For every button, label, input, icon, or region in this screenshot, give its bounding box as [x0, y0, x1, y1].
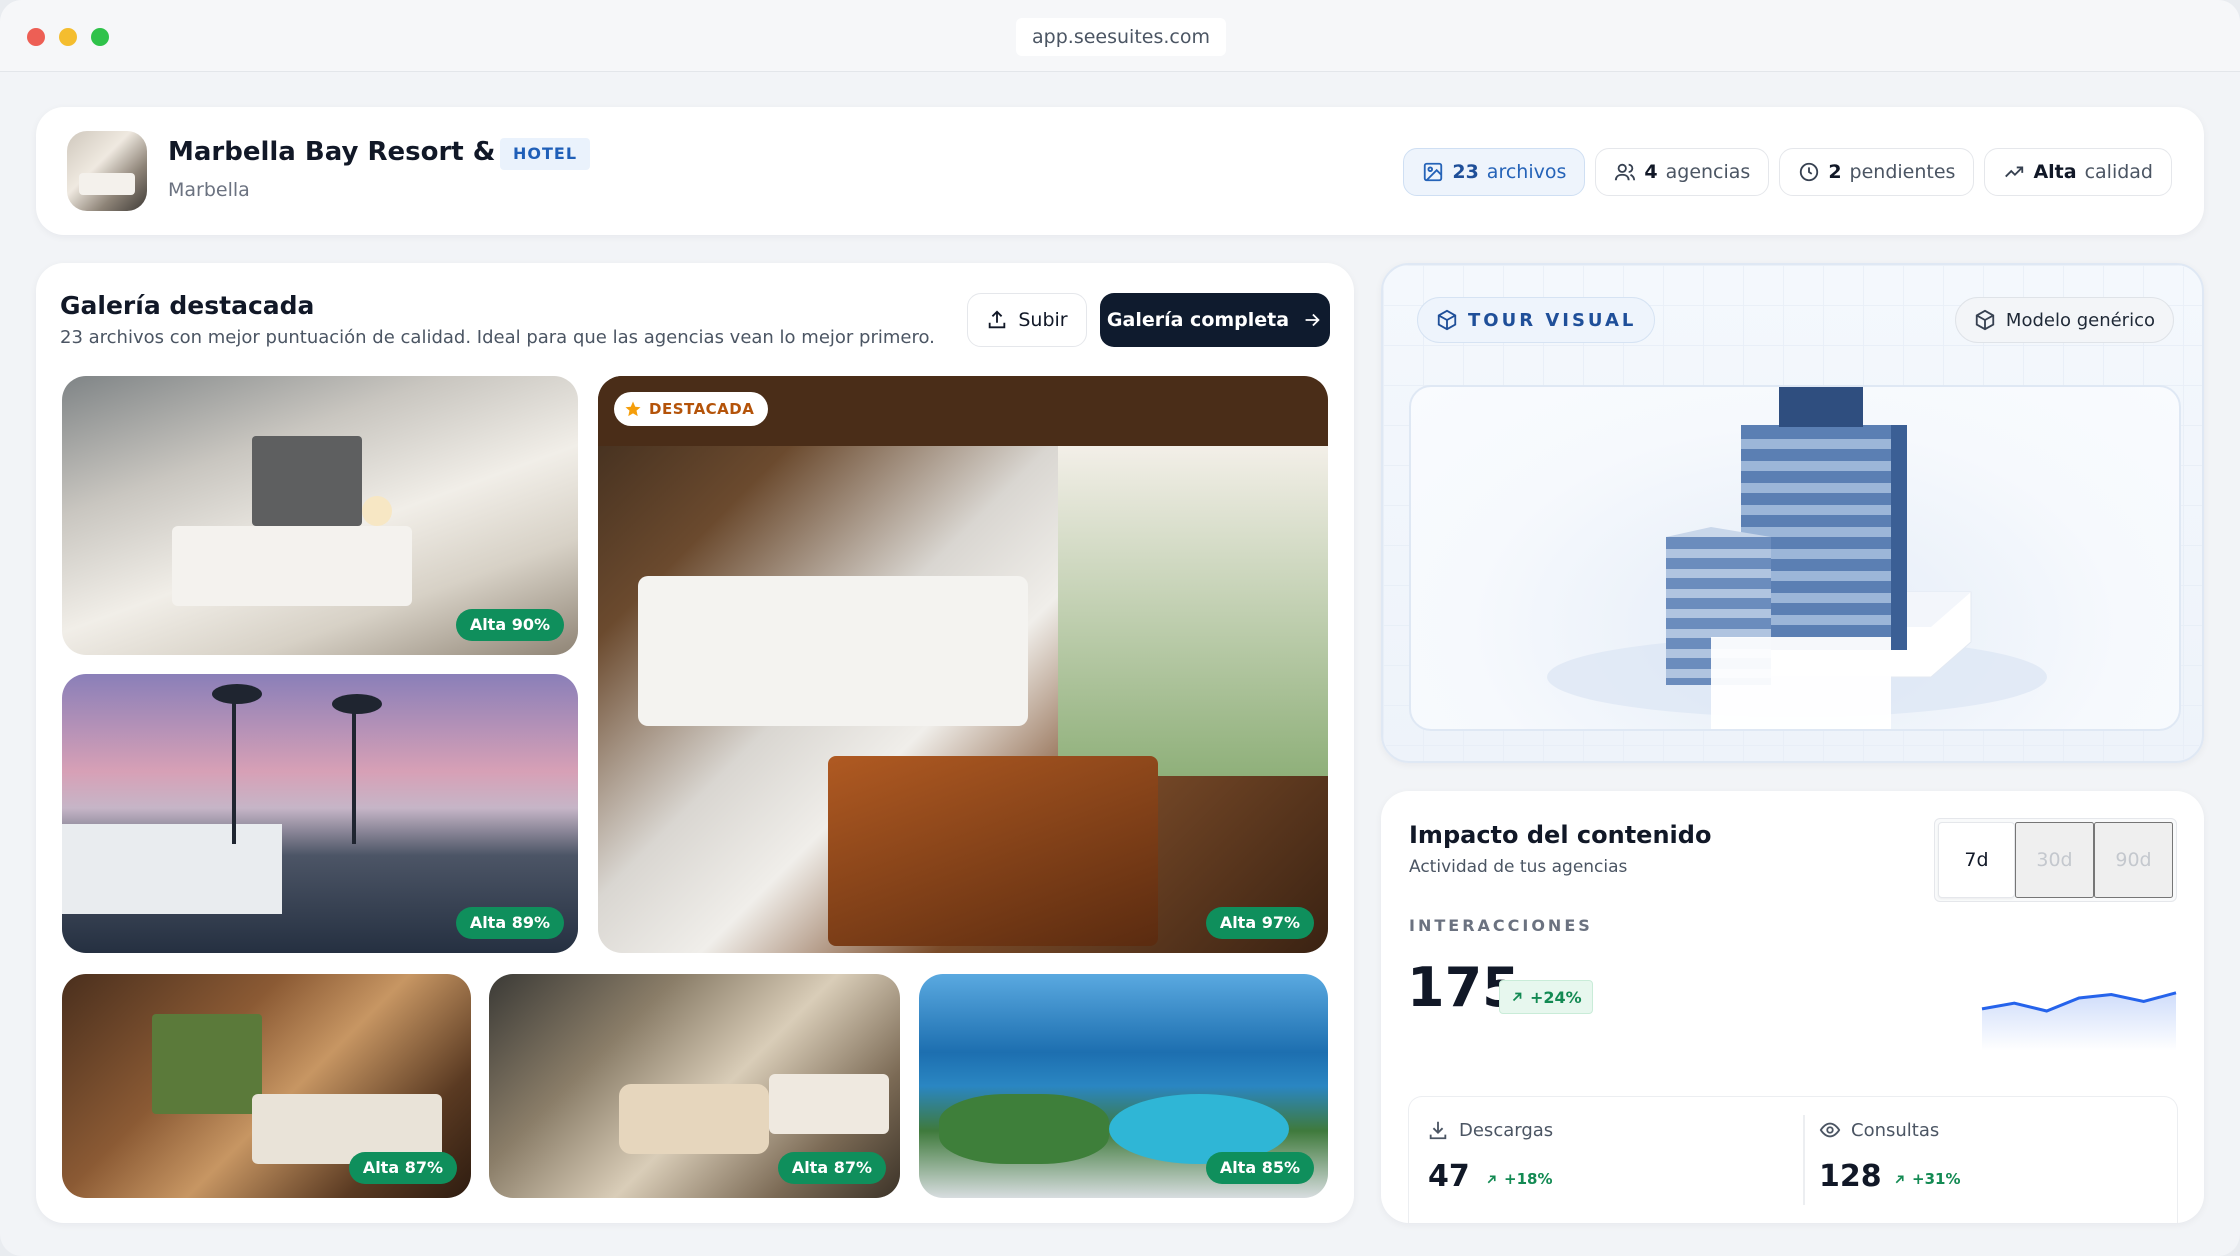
gallery-photo-bedroom-1[interactable]: Alta 90% [62, 376, 578, 655]
pill-agencias-label: agencias [1665, 161, 1751, 183]
arrow-up-right-icon [1512, 992, 1522, 1002]
kpi-label: INTERACCIONES [1409, 916, 1593, 935]
app-window: app.seesuites.com Marbella Bay Resort & … [0, 0, 2240, 1256]
minimize-window-button[interactable] [59, 28, 77, 46]
kpi-delta-value: +24% [1530, 987, 1582, 1007]
tour-tag-label: TOUR VISUAL [1468, 309, 1637, 331]
url-bar[interactable]: app.seesuites.com [1016, 18, 1226, 56]
arrow-up-right-icon [1487, 1174, 1496, 1183]
pill-agencias[interactable]: 4 agencias [1595, 148, 1770, 196]
maximize-window-button[interactable] [91, 28, 109, 46]
secondary-metrics: Descargas 47 +18% Consultas 128 +31% [1408, 1096, 2178, 1223]
impact-subtitle: Actividad de tus agencias [1409, 857, 1628, 877]
pill-calidad-value: Alta [2033, 161, 2077, 183]
hotel-avatar [67, 131, 147, 211]
pill-pendientes[interactable]: 2 pendientes [1779, 148, 1975, 196]
upload-icon [989, 310, 1006, 329]
gallery-photo-bedroom-wood[interactable]: Alta 87% [62, 974, 471, 1198]
sparkline-chart [1981, 991, 2177, 1051]
building-3d-model [1547, 387, 2047, 729]
quality-badge: Alta 87% [777, 1152, 886, 1184]
metrics-divider [1803, 1115, 1805, 1205]
eye-icon [1819, 1122, 1841, 1138]
star-icon [625, 401, 641, 417]
close-window-button[interactable] [27, 28, 45, 46]
full-gallery-button[interactable]: Galería completa [1100, 293, 1330, 347]
clock-icon [1800, 162, 1819, 182]
hotel-header: Marbella Bay Resort & Spa HOTEL Marbella… [36, 107, 2204, 235]
gallery-photo-ocean-view[interactable]: Alta 85% [919, 974, 1328, 1198]
descargas-delta-value: +18% [1504, 1170, 1553, 1188]
pill-pendientes-count: 2 [1828, 161, 1842, 183]
gallery-photo-suite-sofa[interactable]: Alta 87% [489, 974, 900, 1198]
featured-label: DESTACADA [649, 400, 755, 418]
consultas-delta: +31% [1893, 1170, 1960, 1188]
model-label: Modelo genérico [2005, 309, 2155, 331]
pill-archivos-label: archivos [1486, 161, 1567, 183]
tour-visual-tag: TOUR VISUAL [1417, 297, 1656, 343]
featured-gallery: Galería destacada 23 archivos con mejor … [36, 263, 1354, 1223]
gallery-photo-featured-suite[interactable]: DESTACADA Alta 97% [598, 376, 1328, 953]
pill-pendientes-label: pendientes [1849, 161, 1956, 183]
browser-titlebar: app.seesuites.com [0, 0, 2240, 72]
pill-archivos-count: 23 [1452, 161, 1479, 183]
trending-up-icon [2005, 166, 2024, 178]
visual-tour-panel: TOUR VISUAL Modelo genérico [1381, 263, 2204, 763]
upload-label: Subir [1018, 309, 1068, 331]
gallery-subtitle: 23 archivos con mejor puntuación de cali… [60, 327, 935, 348]
descargas-label-row: Descargas [1427, 1119, 1553, 1141]
quality-badge: Alta 89% [455, 907, 564, 939]
gallery-title: Galería destacada [60, 291, 315, 320]
impact-title: Impacto del contenido [1409, 821, 1712, 849]
quality-badge: Alta 90% [455, 609, 564, 641]
range-90d[interactable]: 90d [2094, 822, 2173, 898]
stats-pills: 23 archivos 4 agencias 2 pendientes Alta… [1403, 148, 2172, 196]
pill-calidad[interactable]: Alta calidad [1984, 148, 2172, 196]
arrow-up-right-icon [1895, 1174, 1904, 1183]
cube-icon [1975, 309, 1995, 331]
consultas-label: Consultas [1851, 1119, 1940, 1141]
range-7d[interactable]: 7d [1938, 822, 2015, 898]
pill-archivos[interactable]: 23 archivos [1403, 148, 1586, 196]
range-selector: 7d 30d 90d [1934, 818, 2177, 902]
image-icon [1424, 162, 1443, 182]
hotel-type-badge: HOTEL [500, 138, 591, 170]
full-gallery-label: Galería completa [1106, 309, 1290, 331]
download-icon [1429, 1121, 1447, 1140]
arrow-right-icon [1305, 313, 1320, 327]
quality-badge: Alta 87% [348, 1152, 457, 1184]
featured-badge: DESTACADA [614, 392, 769, 426]
consultas-label-row: Consultas [1819, 1119, 1939, 1141]
consultas-value: 128 [1819, 1159, 1882, 1194]
range-30d[interactable]: 30d [2015, 822, 2094, 898]
3d-viewport[interactable] [1409, 385, 2181, 731]
pill-calidad-label: calidad [2084, 161, 2153, 183]
descargas-value: 47 [1428, 1159, 1470, 1194]
generic-model-button[interactable]: Modelo genérico [1954, 297, 2174, 343]
upload-button[interactable]: Subir [967, 293, 1087, 347]
content-impact-panel: Impacto del contenido Actividad de tus a… [1381, 791, 2204, 1223]
gallery-photo-pool-sunset[interactable]: Alta 89% [62, 674, 578, 953]
cube-icon [1437, 309, 1457, 331]
quality-badge: Alta 85% [1205, 1152, 1314, 1184]
descargas-delta: +18% [1485, 1170, 1552, 1188]
kpi-delta: +24% [1499, 980, 1593, 1014]
hotel-city: Marbella [168, 179, 250, 201]
pill-agencias-count: 4 [1644, 161, 1658, 183]
consultas-delta-value: +31% [1912, 1170, 1961, 1188]
descargas-label: Descargas [1459, 1119, 1554, 1141]
quality-badge: Alta 97% [1205, 907, 1314, 939]
users-icon [1615, 163, 1636, 181]
